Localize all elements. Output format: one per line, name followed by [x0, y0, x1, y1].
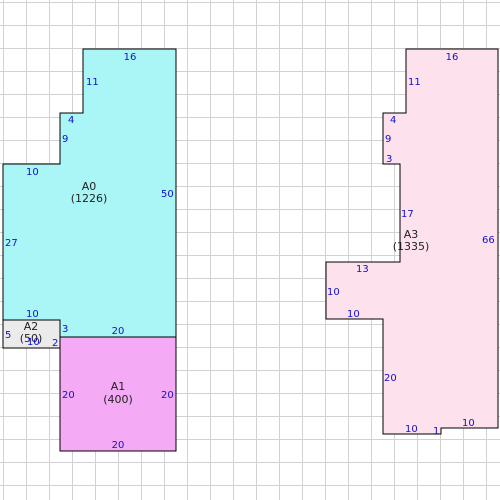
dimension-label: 10: [347, 309, 360, 320]
dimension-label: 11: [408, 77, 421, 88]
dimension-label: 10: [26, 167, 39, 178]
dimension-label: 13: [356, 264, 369, 275]
dimension-label: 10: [462, 418, 475, 429]
dimension-label: 10: [327, 287, 340, 298]
dimension-label: 3: [62, 324, 68, 335]
dimension-label: 50: [161, 189, 174, 200]
area-a3-size: (1335): [393, 240, 430, 253]
area-a0-size: (1226): [71, 192, 108, 205]
dimension-label: 20: [161, 390, 174, 401]
dimension-label: 10: [26, 309, 39, 320]
dimension-label: 20: [384, 373, 397, 384]
dimension-label: 16: [124, 52, 137, 63]
dimension-label: 10: [27, 337, 40, 348]
area-a0[interactable]: A0 (1226) 16 11 4 9 10 50 27 10 3 20: [2, 48, 177, 338]
dimension-label: 10: [405, 424, 418, 435]
dimension-label: 9: [62, 134, 68, 145]
dimension-label: 3: [386, 154, 392, 165]
dimension-label: 66: [482, 235, 495, 246]
dimension-label: 20: [112, 440, 125, 451]
dimension-label: 17: [401, 209, 414, 220]
area-a2[interactable]: A2 (50) 5 10 2: [2, 319, 61, 349]
dimension-label: 20: [62, 390, 75, 401]
dimension-label: 11: [86, 77, 99, 88]
dimension-label: 4: [68, 115, 74, 126]
dimension-label: 5: [5, 330, 11, 341]
dimension-label: 9: [385, 134, 391, 145]
dimension-label: 16: [446, 52, 459, 63]
dimension-label: 2: [52, 338, 58, 349]
area-a1[interactable]: A1 (400) 20 20 20: [59, 336, 177, 452]
area-a3[interactable]: A3 (1335) 16 11 4 9 3 17 66 13 10 10 20 …: [325, 48, 499, 437]
dimension-label: 4: [390, 115, 396, 126]
dimension-label: 1: [433, 426, 439, 437]
area-a1-size: (400): [103, 393, 133, 406]
area-a1-name: A1: [111, 380, 126, 393]
floor-plan-canvas: A0 (1226) 16 11 4 9 10 50 27 10 3 20 A1 …: [2, 48, 499, 452]
dimension-label: 27: [5, 238, 18, 249]
dimension-label: 20: [112, 326, 125, 337]
